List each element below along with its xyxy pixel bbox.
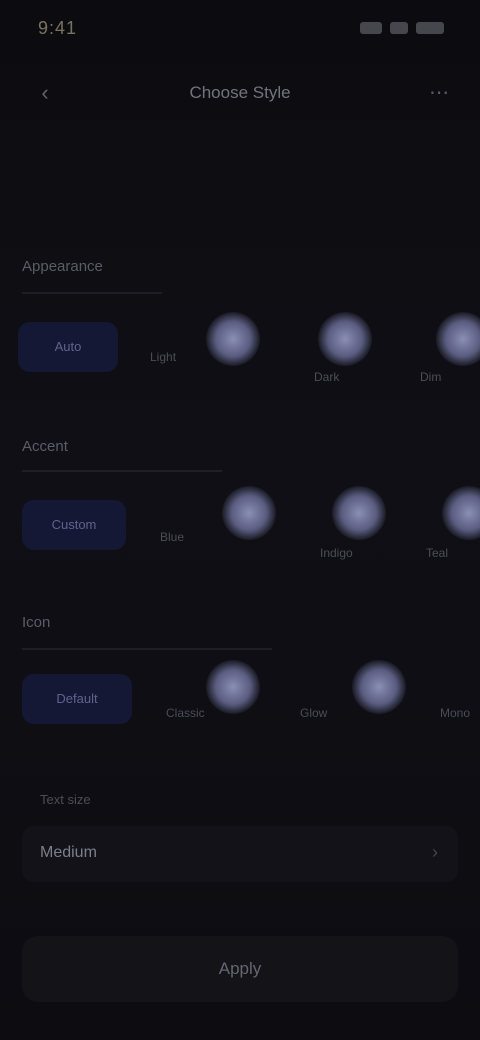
appearance-option-1[interactable] — [206, 312, 260, 366]
appearance-pill-label: Auto — [54, 339, 82, 354]
accent-option-3-label: Teal — [426, 546, 449, 560]
icon-option-2[interactable] — [352, 660, 406, 714]
accent-option-1[interactable] — [222, 486, 276, 540]
appearance-option-3-label: Dim — [420, 370, 442, 384]
appearance-option-3[interactable] — [436, 312, 480, 366]
accent-pill-label: Custom — [51, 517, 97, 532]
section-title-appearance: Appearance — [22, 258, 103, 275]
status-bar: 9:41 — [0, 0, 480, 60]
chevron-right-icon: › — [432, 842, 438, 862]
screen: 9:41 ‹ Choose Style ⋯ Appearance Auto Li… — [0, 0, 480, 1040]
accent-option-1-label: Blue — [160, 530, 185, 544]
accent-pill[interactable]: Custom — [22, 500, 126, 550]
accent-option-3[interactable] — [442, 486, 480, 540]
back-button[interactable]: ‹ — [30, 78, 60, 108]
status-time: 9:41 — [38, 18, 78, 38]
divider — [22, 292, 162, 294]
status-icons — [360, 22, 444, 34]
section-title-icon: Icon — [22, 614, 51, 631]
setting-value: Medium — [40, 844, 97, 861]
appearance-pill[interactable]: Auto — [18, 322, 118, 372]
section-title-accent: Accent — [22, 438, 68, 455]
page-title: Choose Style — [189, 83, 291, 102]
appearance-row: Auto Light Dark Dim — [0, 300, 480, 390]
divider — [22, 648, 272, 650]
appearance-option-2[interactable] — [318, 312, 372, 366]
icon-pill-label: Default — [56, 691, 98, 706]
appearance-option-1-label: Light — [150, 350, 177, 364]
icon-option-2-label: Glow — [300, 706, 328, 720]
icon-option-1[interactable] — [206, 660, 260, 714]
more-icon: ⋯ — [429, 82, 449, 104]
accent-option-2[interactable] — [332, 486, 386, 540]
apply-button-label: Apply — [218, 959, 262, 978]
icon-option-1-label: Classic — [166, 706, 205, 720]
apply-button[interactable]: Apply — [22, 936, 458, 1002]
setting-label: Text size — [40, 792, 91, 807]
accent-option-2-label: Indigo — [320, 546, 353, 560]
more-button[interactable]: ⋯ — [424, 78, 454, 108]
icon-row: Default Classic Glow Mono — [0, 652, 480, 742]
icon-pill[interactable]: Default — [22, 674, 132, 724]
accent-row: Custom Blue Indigo Teal — [0, 478, 480, 568]
signal-icon — [360, 22, 382, 34]
battery-icon — [416, 22, 444, 34]
icon-option-3-label: Mono — [440, 706, 471, 720]
chevron-left-icon: ‹ — [41, 80, 49, 105]
wifi-icon — [390, 22, 408, 34]
header: ‹ Choose Style ⋯ — [0, 66, 480, 120]
text-size-setting[interactable]: Medium › — [22, 826, 458, 882]
divider — [22, 470, 222, 472]
appearance-option-2-label: Dark — [314, 370, 340, 384]
